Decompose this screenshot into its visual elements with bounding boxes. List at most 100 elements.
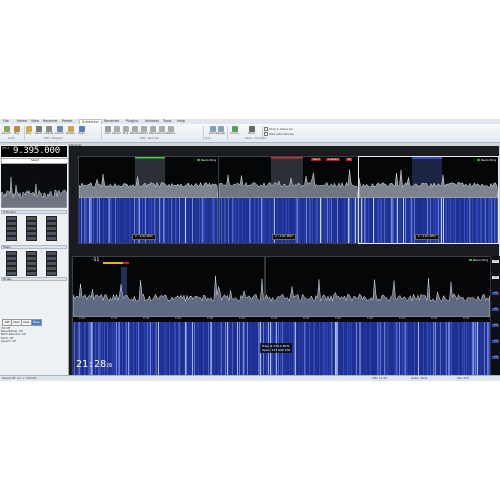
calibrate-button[interactable]: Calibrate xyxy=(44,126,53,135)
resume-button[interactable]: Resume xyxy=(130,126,139,135)
stop-button[interactable]: Stop xyxy=(121,126,130,135)
recording-dot-icon xyxy=(469,258,472,262)
show-in-statusbar-checkbox[interactable]: Show in status bar xyxy=(264,127,293,131)
axis-tick-label: 9.420 xyxy=(271,317,278,320)
preset-button[interactable] xyxy=(46,236,57,241)
level-scale-label: -20 xyxy=(492,260,499,263)
status-bar: Stream RF: 9.5 + 7.93 kHz CPU: 12.4% Aud… xyxy=(0,375,500,381)
button-label: Browse xyxy=(66,132,75,135)
select-button[interactable]: Select xyxy=(311,158,322,161)
reset-button[interactable]: Reset xyxy=(148,126,157,135)
ok-button[interactable]: OK xyxy=(346,158,353,161)
button-label: Connector xyxy=(230,132,239,135)
status-audio: Audio: 23ms xyxy=(411,377,428,380)
stop-button[interactable]: Stop xyxy=(24,126,33,135)
preset-button[interactable] xyxy=(6,236,17,241)
level-scale-label: -140 xyxy=(492,356,499,359)
status-log: CW: Off Noise Blanker: Off Notch Reducti… xyxy=(1,327,67,343)
button-label: Restore xyxy=(166,132,175,135)
ribbon-separator xyxy=(262,126,263,140)
axis-tick-label: 9.440 xyxy=(303,317,310,320)
axis-tick-label: 9.520 xyxy=(431,317,438,320)
button-label: Reset xyxy=(149,132,156,135)
recording-indicator: Recording xyxy=(197,158,216,162)
vfo-label: VFO A xyxy=(2,147,10,150)
spectrum-panel-2[interactable]: Select Available OK 2 : 4.81 MHz xyxy=(218,156,359,244)
scan-button[interactable]: Scan xyxy=(103,126,112,135)
axis-tick-label: 9.500 xyxy=(399,317,406,320)
button-label: Restart xyxy=(139,132,148,135)
record-button[interactable]: Record xyxy=(112,126,121,135)
recording-dot-icon xyxy=(197,158,200,162)
tuning-info-box: Freq: 9.476.0 MHz Span: 143.600 kHz xyxy=(260,343,293,353)
spectrum-panel-3[interactable]: Recording 2 : 4.81 MHz xyxy=(358,156,499,244)
preset-button[interactable] xyxy=(26,236,37,241)
axis-tick-label: 9.340 xyxy=(143,317,150,320)
recording-dot-icon xyxy=(477,158,480,162)
ribbon-separator xyxy=(203,126,204,140)
ribbon-separator xyxy=(227,126,228,140)
tab-mean[interactable]: Mean xyxy=(31,319,42,326)
button-label: Pause xyxy=(34,132,43,135)
pause-button[interactable]: Pause xyxy=(34,126,43,135)
button-label: Record xyxy=(2,132,11,135)
clock-display: 21:2828 xyxy=(76,359,113,370)
radio-button[interactable]: Radio xyxy=(247,126,256,135)
preset-button[interactable] xyxy=(46,271,57,276)
recording-indicator: Recording xyxy=(477,158,496,162)
restore-button[interactable]: Restore xyxy=(166,126,175,135)
button-label: Scan xyxy=(104,132,111,135)
preset-button[interactable] xyxy=(6,271,17,276)
axis-tick-label: 9.320 xyxy=(111,317,118,320)
spectrum-panel-1[interactable]: Recording 2 : 4.82 MHz xyxy=(78,156,219,244)
axis-tick-label: 9.540 xyxy=(463,317,470,320)
level-bar xyxy=(103,262,123,264)
record-button[interactable]: Record xyxy=(2,126,11,135)
mini-spectrum-graph xyxy=(0,164,68,209)
available-button[interactable]: Available xyxy=(326,158,340,161)
level-scale-label: -60 xyxy=(492,292,499,295)
button-label: Load Preset xyxy=(55,132,64,135)
restart-button[interactable]: Restart xyxy=(139,126,148,135)
button-label: Stop xyxy=(25,132,32,135)
spectrum-trace-2 xyxy=(219,157,358,198)
navigator-button[interactable]: Navigator xyxy=(216,126,225,135)
passband-marker xyxy=(135,157,165,159)
ribbon-group-label: Data - Playback xyxy=(44,137,63,140)
span-label: 2 : 4.81 MHz xyxy=(415,234,439,240)
start-automatically-checkbox[interactable]: Start automatically xyxy=(264,132,294,136)
button-label: Record xyxy=(112,132,121,135)
button-label: Stop xyxy=(122,132,129,135)
connector-button[interactable]: Connector xyxy=(230,126,239,135)
play-button[interactable]: Play xyxy=(12,126,21,135)
preset-button[interactable] xyxy=(26,271,37,276)
span-label: 2 : 4.82 MHz xyxy=(132,234,156,240)
status-stream: Stream RF: 9.5 + 7.93 kHz xyxy=(2,377,37,380)
main-spectrum-panel[interactable]: -51 Recording 9.300 9.320 9.340 9.360 9.380 9… xyxy=(72,256,491,377)
browse-button[interactable]: Browse xyxy=(66,126,75,135)
level-scale-label: -120 xyxy=(492,340,499,343)
section-header-if-monitor[interactable]: IF Monitor xyxy=(1,210,67,214)
section-header-filters[interactable]: Filters xyxy=(1,245,67,249)
signal-level-readout: -51 xyxy=(92,258,100,263)
reconnect-button[interactable]: Reconnect xyxy=(157,126,166,135)
load-preset-button[interactable]: Load Preset xyxy=(55,126,64,135)
axis-tick-label: 9.360 xyxy=(175,317,182,320)
open-button[interactable]: Open xyxy=(77,126,86,135)
button-label: Play xyxy=(14,132,19,135)
button-label: Calibrate xyxy=(44,132,53,135)
ribbon-toolbar: Audio Data - Playback Data - Recorder To… xyxy=(0,124,500,143)
span-label: 2 : 4.81 MHz xyxy=(272,234,296,240)
level-bar-peak xyxy=(123,262,129,264)
section-header-modes[interactable]: Modes xyxy=(1,277,67,281)
axis-tick-label: 9.400 xyxy=(239,317,246,320)
vfo-frequency-display[interactable]: VFO A 9.395.000 xyxy=(1,146,67,157)
level-scale-label: -80 xyxy=(492,308,499,311)
status-idle: Idle: 27% xyxy=(457,377,470,380)
ribbon-group-label: Audio xyxy=(8,137,15,140)
level-scale-label: -40 xyxy=(492,276,499,279)
axis-tick-label: 9.300 xyxy=(79,317,86,320)
spectrum-trace-3 xyxy=(359,157,498,198)
main-spectrum-trace xyxy=(73,257,490,317)
status-cpu: CPU: 12.4% xyxy=(372,377,388,380)
